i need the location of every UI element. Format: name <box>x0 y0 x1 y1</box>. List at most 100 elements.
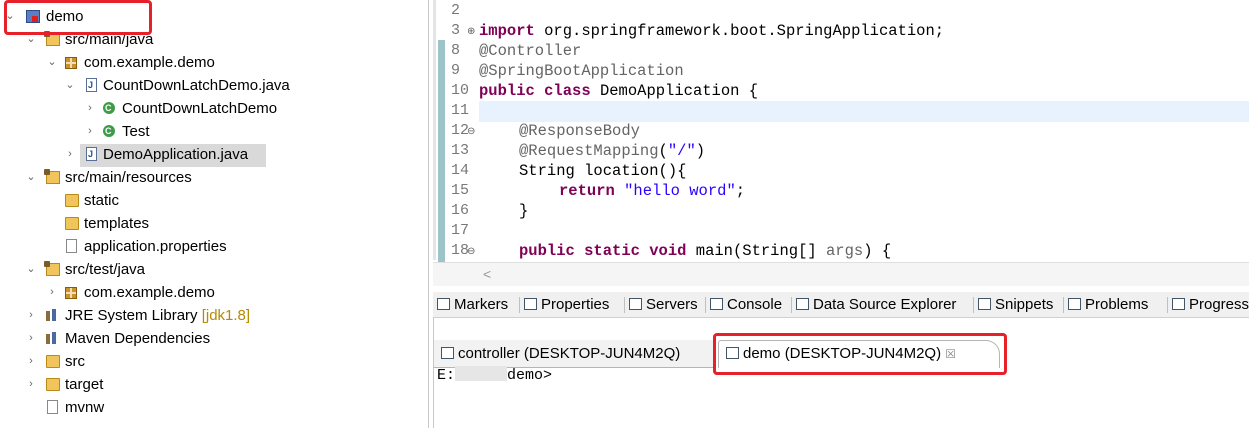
tree-item-label: target <box>65 376 104 393</box>
package-icon <box>65 57 77 69</box>
code-line-13: @RequestMapping("/") <box>519 142 706 160</box>
tree-item-label: com.example.demo <box>84 284 215 301</box>
tab-separator <box>624 297 625 313</box>
redacted-path <box>455 366 508 381</box>
pane-divider[interactable] <box>428 0 429 428</box>
tab-separator <box>519 297 520 313</box>
editor-left-border <box>433 0 436 260</box>
tab-separator <box>973 297 974 313</box>
console-icon <box>441 347 454 359</box>
code-line-3: import org.springframework.boot.SpringAp… <box>479 22 945 40</box>
tab-snippets[interactable]: Snippets <box>978 294 1053 316</box>
tab-separator <box>1063 297 1064 313</box>
folder-icon <box>65 217 79 230</box>
line-number: 8 <box>451 42 461 59</box>
line-number: 10 <box>451 82 470 99</box>
tab-markers[interactable]: Markers <box>437 294 508 316</box>
fold-expand-icon[interactable]: ⊕ <box>467 26 475 37</box>
tab-progress[interactable]: Progress <box>1172 294 1249 316</box>
chevron-down-icon[interactable]: ⌄ <box>26 258 36 281</box>
code-line-18: public static void main(String[] args) { <box>519 242 892 260</box>
line-number: 17 <box>451 222 470 239</box>
source-folder-icon <box>44 261 60 276</box>
class-icon <box>103 97 115 120</box>
chevron-right-icon[interactable]: › <box>26 373 36 396</box>
java-file-icon <box>86 143 97 166</box>
tree-item-label: Test <box>122 123 150 140</box>
tree-item-label: application.properties <box>84 238 227 255</box>
tab-data-source-explorer[interactable]: Data Source Explorer <box>796 294 956 316</box>
console-output: E: demo> <box>437 366 552 384</box>
code-line-16: } <box>519 202 529 220</box>
console-tab-controller[interactable]: controller (DESKTOP-JUN4M2Q) <box>441 340 680 368</box>
chevron-down-icon[interactable]: ⌄ <box>47 51 57 74</box>
code-line-10: public class DemoApplication { <box>479 82 759 100</box>
data-source-icon <box>796 298 809 310</box>
views-tab-bar: Markers Properties Servers Console Data … <box>433 292 1249 318</box>
line-number: 3 <box>451 22 461 39</box>
chevron-right-icon[interactable]: › <box>26 304 36 327</box>
scroll-left-icon[interactable]: < <box>483 263 491 285</box>
chevron-right-icon[interactable]: › <box>26 327 36 350</box>
library-icon <box>46 332 60 345</box>
tab-problems[interactable]: Problems <box>1068 294 1148 316</box>
line-number: 9 <box>451 62 461 79</box>
class-icon <box>103 120 115 143</box>
tab-separator <box>791 297 792 313</box>
tree-item-label: CountDownLatchDemo <box>122 100 278 117</box>
line-number: 2 <box>451 2 461 19</box>
code-line-14: String location(){ <box>519 162 687 180</box>
code-line-15: return "hello word"; <box>559 182 746 200</box>
tree-item-label: src/main/resources <box>65 169 192 186</box>
tree-item-label: DemoApplication.java <box>103 146 249 163</box>
package-icon <box>65 287 77 299</box>
tab-servers[interactable]: Servers <box>629 294 698 316</box>
highlight-box-console-tab <box>713 333 1007 375</box>
line-number: 16 <box>451 202 470 219</box>
highlight-box-demo <box>4 0 152 35</box>
tab-separator <box>705 297 706 313</box>
servers-icon <box>629 298 642 310</box>
fold-collapse-icon[interactable]: ⊖ <box>467 246 475 257</box>
markers-icon <box>437 298 450 310</box>
project-explorer: ⌄ demo ⌄ src/main/java ⌄ com.example.dem… <box>0 0 428 428</box>
code-editor[interactable]: 2 3 ⊕ 8 9 10 11 12 ⊖ 13 14 15 16 17 18 ⊖… <box>433 0 1249 285</box>
tree-item-label: static <box>84 192 120 209</box>
folder-icon <box>65 194 79 207</box>
tree-item-label: JRE System Library [jdk1.8] <box>65 307 251 324</box>
line-number: 13 <box>451 142 470 159</box>
java-file-icon <box>86 74 97 97</box>
prompt-suffix: demo> <box>507 367 553 384</box>
properties-file-icon <box>66 239 77 253</box>
code-line-12: @ResponseBody <box>519 122 640 140</box>
tree-item-label: templates <box>84 215 150 232</box>
tree-item-label: Maven Dependencies <box>65 330 211 347</box>
chevron-right-icon[interactable]: › <box>65 143 75 166</box>
jdk-version-label: [jdk1.8] <box>201 307 251 324</box>
folder-icon <box>46 378 60 391</box>
properties-icon <box>524 298 537 310</box>
chevron-right-icon[interactable]: › <box>85 120 95 143</box>
prompt-prefix: E: <box>437 367 456 384</box>
tab-properties[interactable]: Properties <box>524 294 609 316</box>
code-line-8: @Controller <box>479 42 582 60</box>
chevron-right-icon[interactable]: › <box>47 281 57 304</box>
line-number: 11 <box>451 102 470 119</box>
tab-separator <box>1167 297 1168 313</box>
editor-horizontal-scrollbar[interactable]: < <box>433 262 1249 286</box>
tree-item-label: src/test/java <box>65 261 146 278</box>
line-number: 14 <box>451 162 470 179</box>
library-icon <box>46 309 60 322</box>
tab-console[interactable]: Console <box>710 294 782 316</box>
chevron-down-icon[interactable]: ⌄ <box>65 74 75 97</box>
progress-icon <box>1172 298 1185 310</box>
file-icon <box>47 400 58 414</box>
console-view[interactable]: controller (DESKTOP-JUN4M2Q) demo (DESKT… <box>433 318 1249 428</box>
chevron-right-icon[interactable]: › <box>85 97 95 120</box>
fold-collapse-icon[interactable]: ⊖ <box>467 126 475 137</box>
chevron-down-icon[interactable]: ⌄ <box>26 166 36 189</box>
chevron-right-icon[interactable]: › <box>26 350 36 373</box>
problems-icon <box>1068 298 1081 310</box>
source-folder-icon <box>44 169 60 184</box>
folder-icon <box>46 355 60 368</box>
